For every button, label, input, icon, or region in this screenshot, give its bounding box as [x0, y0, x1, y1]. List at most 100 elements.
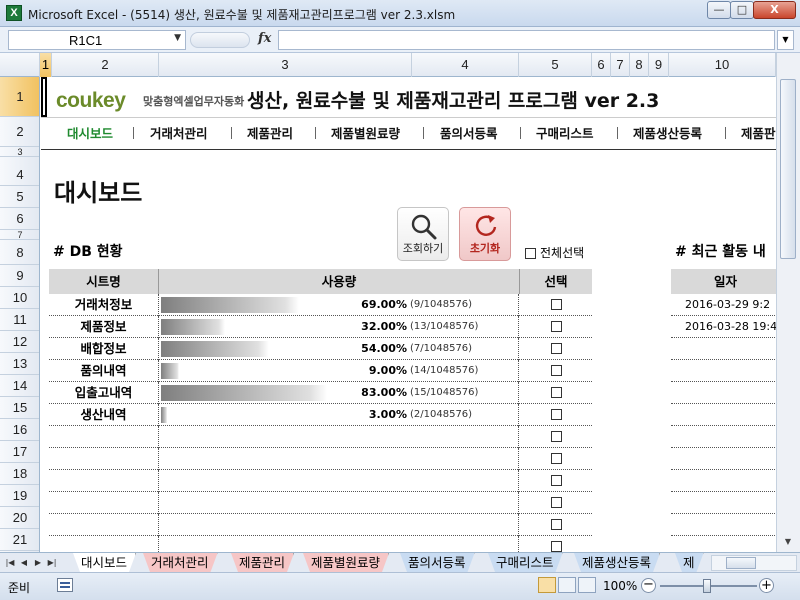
row-header[interactable]: 9	[0, 265, 39, 287]
column-header[interactable]: 8	[630, 53, 649, 77]
row-header[interactable]: 16	[0, 419, 39, 441]
row-select-checkbox[interactable]	[550, 541, 562, 552]
row-header[interactable]: 20	[0, 507, 39, 529]
row-select-checkbox[interactable]	[550, 365, 562, 376]
row-header[interactable]: 15	[0, 397, 39, 419]
column-header[interactable]: 1	[40, 53, 52, 77]
row-header[interactable]: 6	[0, 208, 39, 230]
row-header[interactable]: 14	[0, 375, 39, 397]
table-row: 거래처정보 69.00% (9/1048576)	[49, 294, 592, 316]
sheet-tab[interactable]: 거래처관리	[143, 553, 218, 572]
macro-record-icon[interactable]	[57, 578, 73, 592]
vertical-scrollbar[interactable]: ▼	[776, 53, 800, 552]
row-select-checkbox[interactable]	[550, 409, 562, 420]
row-select-checkbox[interactable]	[550, 387, 562, 398]
row-select-checkbox[interactable]	[550, 475, 562, 486]
zoom-in-button[interactable]: +	[759, 578, 774, 593]
row-select-checkbox[interactable]	[550, 497, 562, 508]
nav-item[interactable]: 대시보드	[67, 123, 113, 142]
previous-sheet-icon[interactable]: ◀	[18, 556, 30, 570]
worksheet[interactable]: coukey 맞춤형엑셀업무자동화 생산, 원료수불 및 제품재고관리 프로그램…	[41, 77, 776, 552]
column-header[interactable]: 6	[592, 53, 611, 77]
nav-item[interactable]: 품의서등록	[440, 123, 498, 142]
next-sheet-icon[interactable]: ▶	[32, 556, 44, 570]
sheet-tab[interactable]: 제품생산등록	[574, 553, 660, 572]
row-header[interactable]: 13	[0, 353, 39, 375]
reset-button[interactable]: 초기화	[459, 207, 511, 261]
normal-view-button[interactable]	[538, 577, 556, 593]
row-header[interactable]: 3	[0, 147, 39, 157]
vertical-scroll-thumb[interactable]	[780, 79, 796, 259]
row-header[interactable]: 18	[0, 463, 39, 485]
row-header[interactable]: 7	[0, 230, 39, 240]
row-header[interactable]: 12	[0, 331, 39, 353]
row-header[interactable]: 19	[0, 485, 39, 507]
sheet-tab[interactable]: 대시보드	[73, 553, 136, 572]
nav-item[interactable]: 구매리스트	[536, 123, 594, 142]
column-header[interactable]: 2	[52, 53, 159, 77]
page-break-view-button[interactable]	[578, 577, 596, 593]
nav-item[interactable]: 제품관리	[247, 123, 293, 142]
sheet-tab[interactable]: 구매리스트	[488, 553, 563, 572]
first-sheet-icon[interactable]: |◀	[4, 556, 16, 570]
zoom-slider-thumb[interactable]	[703, 579, 711, 593]
column-header[interactable]: 9	[649, 53, 669, 77]
column-header[interactable]: 5	[519, 53, 592, 77]
row-header[interactable]: 1	[0, 77, 39, 117]
sheet-tab[interactable]: 제	[675, 553, 704, 572]
zoom-out-button[interactable]: −	[641, 578, 656, 593]
select-cell	[520, 338, 592, 360]
select-all-checkbox[interactable]: 전체선택	[525, 244, 584, 261]
row-select-checkbox[interactable]	[550, 431, 562, 442]
nav-separator	[133, 127, 134, 139]
nav-item[interactable]: 제품별원료량	[331, 123, 400, 142]
nav-item[interactable]: 거래처관리	[150, 123, 208, 142]
nav-item[interactable]: 제품생산등록	[633, 123, 702, 142]
column-header[interactable]: 3	[159, 53, 412, 77]
page-layout-view-button[interactable]	[558, 577, 576, 593]
close-button[interactable]: X	[753, 1, 796, 19]
row-header[interactable]: 4	[0, 164, 39, 186]
chevron-down-icon[interactable]: ▼	[174, 33, 181, 43]
select-all-cells-corner[interactable]	[0, 53, 40, 77]
sheet-tab[interactable]: 제품관리	[231, 553, 294, 572]
horizontal-scrollbar[interactable]	[711, 555, 797, 571]
row-header[interactable]: 2	[0, 117, 39, 147]
horizontal-scroll-thumb[interactable]	[726, 557, 756, 569]
sheet-name-cell	[49, 448, 159, 470]
row-header[interactable]: 10	[0, 287, 39, 309]
search-button[interactable]: 조회하기	[397, 207, 449, 261]
nav-item[interactable]: 제품판	[741, 123, 776, 142]
row-header[interactable]: 8	[0, 240, 39, 265]
checkbox[interactable]	[525, 248, 536, 259]
formula-divider-handle[interactable]	[190, 32, 250, 48]
excel-app-icon[interactable]: X	[6, 5, 22, 21]
row-header[interactable]: 5	[0, 186, 39, 208]
row-select-checkbox[interactable]	[550, 343, 562, 354]
table-row	[49, 514, 592, 536]
maximize-button[interactable]: □	[730, 1, 754, 19]
zoom-level[interactable]: 100%	[603, 579, 637, 593]
row-header[interactable]: 11	[0, 309, 39, 331]
row-select-checkbox[interactable]	[550, 321, 562, 332]
row-select-checkbox[interactable]	[550, 299, 562, 310]
scroll-down-arrow-icon[interactable]: ▼	[780, 535, 796, 549]
formula-input[interactable]	[278, 30, 775, 50]
column-header[interactable]: 7	[611, 53, 630, 77]
sheet-tab[interactable]: 제품별원료량	[303, 553, 389, 572]
name-box[interactable]: R1C1 ▼	[8, 30, 186, 50]
sheet-tab[interactable]: 품의서등록	[400, 553, 475, 572]
column-header[interactable]: 10	[669, 53, 776, 77]
column-header[interactable]: 4	[412, 53, 519, 77]
expand-formula-bar-icon[interactable]: ▼	[777, 30, 794, 50]
usage-cell: 83.00% (15/1048576)	[159, 382, 519, 404]
coukey-logo: coukey	[56, 89, 126, 112]
minimize-button[interactable]: —	[707, 1, 731, 19]
sheet-name-cell: 입출고내역	[49, 382, 159, 404]
row-header[interactable]: 17	[0, 441, 39, 463]
row-header[interactable]: 21	[0, 529, 39, 551]
row-select-checkbox[interactable]	[550, 519, 562, 530]
last-sheet-icon[interactable]: ▶|	[46, 556, 58, 570]
row-select-checkbox[interactable]	[550, 453, 562, 464]
insert-function-icon[interactable]: fx	[258, 31, 271, 46]
